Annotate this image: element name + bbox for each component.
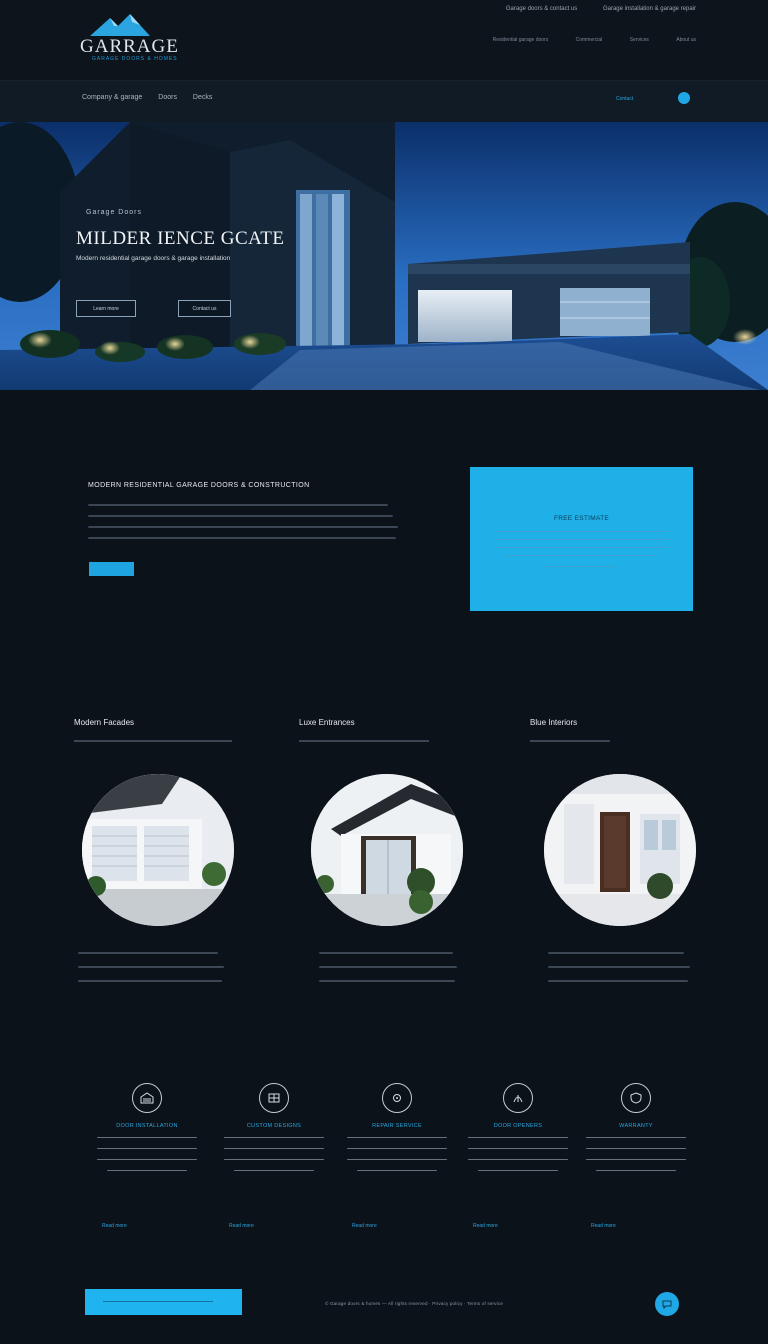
about-read-more-button[interactable] <box>89 562 134 576</box>
feature-text <box>97 1137 197 1181</box>
top-link[interactable]: Garage doors & contact us <box>506 6 577 12</box>
service-card[interactable]: Modern Facades <box>74 718 264 982</box>
hero-banner: Garage Doors MILDER IENCE GCATE Modern r… <box>0 122 768 390</box>
shield-icon <box>621 1083 651 1113</box>
brand-tagline: GARAGE DOORS & HOMES <box>92 56 178 62</box>
about-text <box>88 504 400 548</box>
mountain-logo-icon <box>90 14 150 36</box>
hero-title: MILDER IENCE GCATE <box>76 228 285 249</box>
wrench-icon <box>382 1083 412 1113</box>
hero-learn-more-button[interactable]: Learn more <box>76 300 136 317</box>
nav-item-doors[interactable]: Doors <box>158 94 177 101</box>
hero-contact-button[interactable]: Contact us <box>178 300 231 317</box>
secondary-link[interactable]: Residential garage doors <box>493 37 549 43</box>
feature-text <box>347 1137 447 1181</box>
service-card[interactable]: Blue Interiors <box>530 718 720 982</box>
service-image <box>311 774 463 926</box>
about-heading: MODERN RESIDENTIAL GARAGE DOORS & CONSTR… <box>88 482 310 489</box>
service-image <box>82 774 234 926</box>
feature-title: WARRANTY <box>619 1123 653 1129</box>
service-divider <box>299 740 429 742</box>
menu-toggle-button[interactable] <box>678 92 690 104</box>
feature-read-more-link[interactable]: Read more <box>473 1223 498 1229</box>
secondary-links: Residential garage doors Commercial Serv… <box>467 37 696 43</box>
service-title: Blue Interiors <box>530 718 578 727</box>
top-bar: GARRAGE GARAGE DOORS & HOMES Garage door… <box>0 0 768 80</box>
feature-read-more-link[interactable]: Read more <box>102 1223 127 1229</box>
estimate-title: FREE ESTIMATE <box>553 515 610 522</box>
service-title: Modern Facades <box>74 718 135 727</box>
feature-text <box>586 1137 686 1181</box>
secondary-link[interactable]: About us <box>676 37 696 43</box>
nav-contact-link[interactable]: Contact <box>616 96 633 102</box>
top-link[interactable]: Garage installation & garage repair <box>603 6 696 12</box>
chat-icon <box>662 1300 672 1309</box>
service-card[interactable]: Luxe Entrances <box>299 718 489 982</box>
top-links: Garage doors & contact us Garage install… <box>482 6 696 12</box>
service-description <box>319 952 467 994</box>
service-divider <box>74 740 232 742</box>
secondary-link[interactable]: Services <box>630 37 649 43</box>
garage-door-icon <box>132 1083 162 1113</box>
feature-read-more-link[interactable]: Read more <box>229 1223 254 1229</box>
service-description <box>548 952 696 994</box>
remote-icon <box>503 1083 533 1113</box>
feature-text <box>468 1137 568 1181</box>
brand-logo[interactable]: GARRAGE GARAGE DOORS & HOMES <box>80 12 190 64</box>
nav-item-company[interactable]: Company & garage <box>82 94 142 101</box>
feature-title: DOOR OPENERS <box>493 1123 543 1129</box>
service-title: Luxe Entrances <box>299 718 355 727</box>
feature-title: DOOR INSTALLATION <box>116 1123 178 1129</box>
feature-read-more-link[interactable]: Read more <box>591 1223 616 1229</box>
footer-cta-button[interactable] <box>85 1289 242 1315</box>
main-nav: Company & garage Doors Decks Contact <box>0 80 768 122</box>
feature-read-more-link[interactable]: Read more <box>352 1223 377 1229</box>
feature-text <box>224 1137 324 1181</box>
hero-subtitle: Modern residential garage doors & garage… <box>76 255 231 262</box>
brand-name: GARRAGE <box>80 36 179 57</box>
estimate-link[interactable] <box>546 566 617 567</box>
feature-title: REPAIR SERVICE <box>372 1123 422 1129</box>
hero-kicker: Garage Doors <box>86 209 142 216</box>
footer-text: © Garage doors & homes — All rights rese… <box>325 1301 504 1306</box>
nav-item-decks[interactable]: Decks <box>193 94 212 101</box>
estimate-panel: FREE ESTIMATE <box>470 467 693 611</box>
service-divider <box>530 740 610 742</box>
chat-button[interactable] <box>655 1292 679 1316</box>
estimate-text <box>494 531 669 563</box>
feature-title: CUSTOM DESIGNS <box>246 1123 302 1129</box>
secondary-link[interactable]: Commercial <box>576 37 603 43</box>
design-icon <box>259 1083 289 1113</box>
service-description <box>78 952 226 994</box>
service-image <box>544 774 696 926</box>
